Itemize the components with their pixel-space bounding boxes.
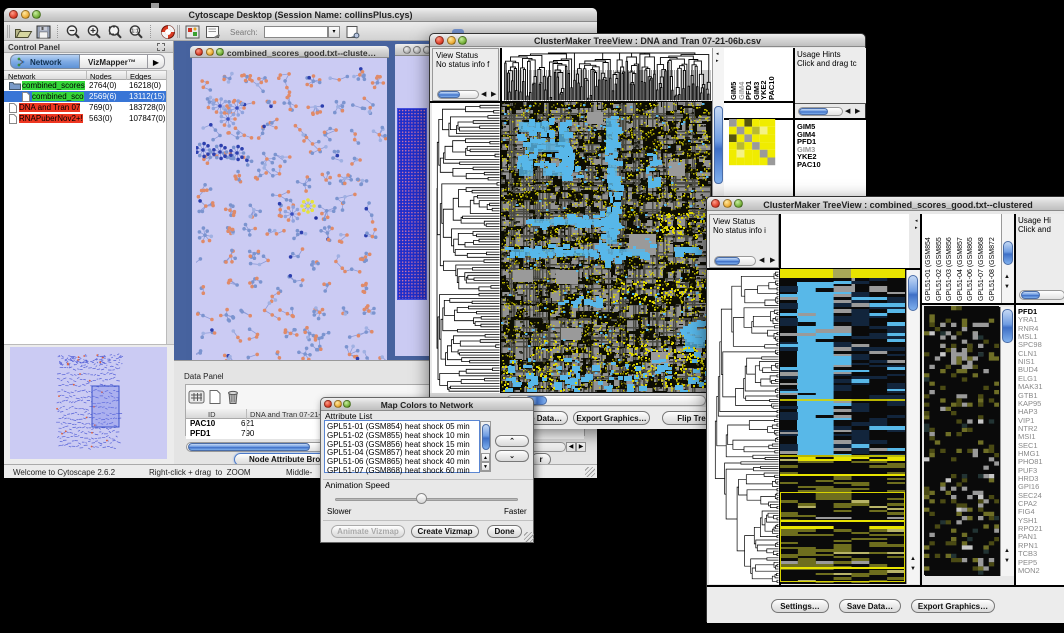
svg-text:1:1: 1:1	[131, 29, 138, 35]
